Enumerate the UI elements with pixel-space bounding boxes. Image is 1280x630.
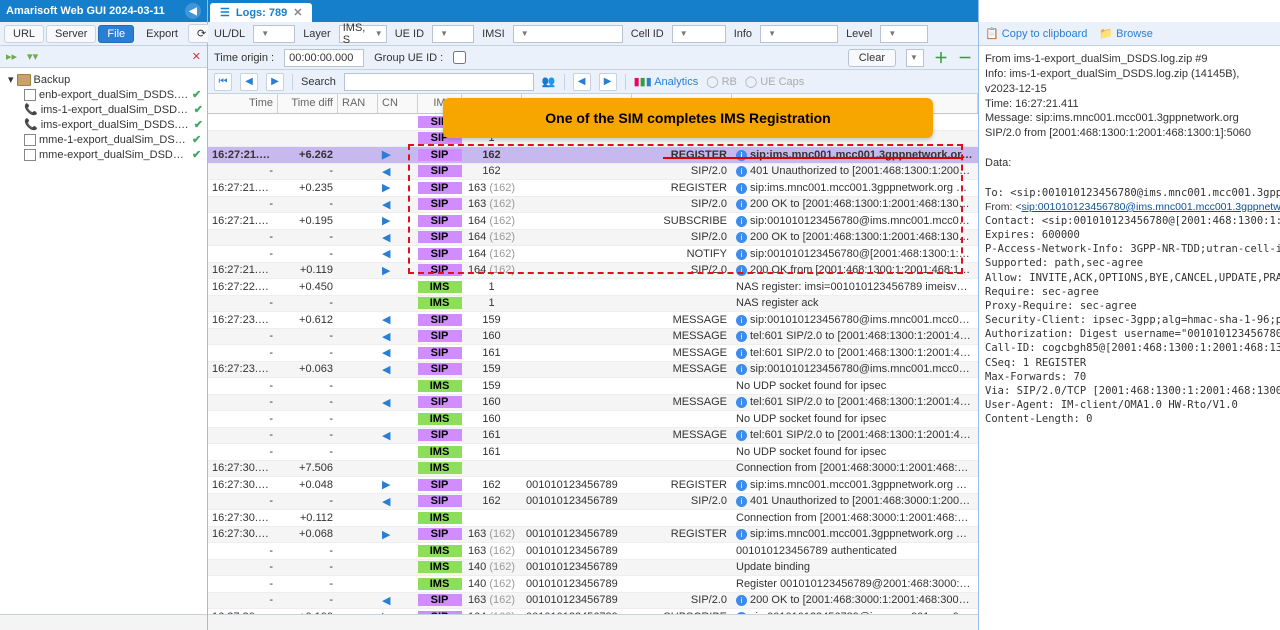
browse-button[interactable]: 📁 Browse (1099, 27, 1152, 40)
phone-icon: 📞 (24, 103, 38, 116)
time-origin-input[interactable]: 00:00:00.000 (284, 49, 364, 67)
people-icon[interactable]: 👥 (542, 75, 556, 88)
file-icon (24, 134, 36, 146)
phone-icon: 📞 (24, 118, 38, 131)
list-icon: ☰ (220, 6, 230, 19)
callout-annotation: One of the SIM completes IMS Registratio… (443, 98, 933, 138)
file-icon (24, 89, 36, 101)
log-row[interactable]: 16:27:21.411+6.262▶SIP162REGISTERisip:im… (208, 147, 978, 164)
collapse-all-icon[interactable]: ▾▾ (27, 50, 38, 63)
log-row[interactable]: --IMS161No UDP socket found for ipsec (208, 444, 978, 461)
tree-file[interactable]: 📞ims-export_dualSim_DSDS.log.zip✔ (2, 117, 205, 132)
log-row[interactable]: --IMS140 (162)001010123456789Update bind… (208, 560, 978, 577)
log-row[interactable]: --◀SIP160MESSAGEitel:601 SIP/2.0 to [200… (208, 329, 978, 346)
log-row[interactable]: 16:27:30.751+0.112IMSConnection from [20… (208, 510, 978, 527)
log-row[interactable]: --IMS140 (162)001010123456789Register 00… (208, 576, 978, 593)
log-row[interactable]: 16:27:21.841+0.195▶SIP164 (162)SUBSCRIBE… (208, 213, 978, 230)
tab-file[interactable]: File (98, 25, 134, 43)
copy-clipboard-button[interactable]: 📋 Copy to clipboard (985, 27, 1087, 40)
ueid-select[interactable]: ▼ (432, 25, 474, 43)
tree-file[interactable]: mme-export_dualSim_DSDS.log.zip✔ (2, 147, 205, 162)
check-icon: ✔ (192, 133, 201, 146)
log-row[interactable]: --IMS160No UDP socket found for ipsec (208, 411, 978, 428)
check-icon: ✔ (192, 148, 201, 161)
log-row[interactable]: --◀SIP164 (162)SIP/2.0i200 OK to [2001:4… (208, 230, 978, 247)
log-row[interactable]: --IMS163 (162)00101012345678900101012345… (208, 543, 978, 560)
log-row[interactable]: --◀SIP160MESSAGEitel:601 SIP/2.0 to [200… (208, 395, 978, 412)
log-row[interactable]: 16:27:30.819+0.068▶SIP163 (162)001010123… (208, 527, 978, 544)
tab-logs[interactable]: ☰ Logs: 789 ✕ (210, 3, 312, 22)
file-icon (24, 149, 36, 161)
log-row[interactable]: 16:27:23.085+0.063◀SIP159MESSAGEisip:001… (208, 362, 978, 379)
nav-first-icon[interactable]: ⏮ (214, 73, 232, 91)
check-icon: ✔ (194, 118, 203, 131)
rb-link[interactable]: ◯ RB (706, 75, 737, 88)
log-grid[interactable]: One of the SIM completes IMS Registratio… (208, 94, 978, 614)
log-row[interactable]: --◀SIP162001010123456789SIP/2.0i401 Unau… (208, 494, 978, 511)
log-row[interactable]: --IMS159No UDP socket found for ipsec (208, 378, 978, 395)
log-row[interactable]: 16:27:30.591+7.506IMSConnection from [20… (208, 461, 978, 478)
log-row[interactable]: 16:27:30.639+0.048▶SIP162001010123456789… (208, 477, 978, 494)
log-row[interactable]: 16:27:30.919+0.100▶SIP164 (162)001010123… (208, 609, 978, 614)
imsi-select[interactable]: ▼ (513, 25, 623, 43)
close-icon[interactable]: ✕ (293, 6, 302, 19)
col-cn[interactable]: CN (378, 94, 418, 113)
log-row[interactable]: --IMS1NAS register ack (208, 296, 978, 313)
grid-hscroll[interactable] (208, 614, 978, 630)
log-row[interactable]: --◀SIP162SIP/2.0i401 Unauthorized to [20… (208, 164, 978, 181)
log-row[interactable]: 16:27:23.022+0.612◀SIP159MESSAGEisip:001… (208, 312, 978, 329)
log-row[interactable]: --◀SIP161MESSAGEitel:601 SIP/2.0 to [200… (208, 345, 978, 362)
log-row[interactable]: 16:27:21.646+0.235▶SIP163 (162)REGISTERi… (208, 180, 978, 197)
level-select[interactable]: ▼ (880, 25, 928, 43)
file-tree: ▾ Backup enb-export_dualSim_DSDS.log.zip… (0, 68, 207, 166)
tab-server[interactable]: Server (46, 25, 96, 43)
from-sip-link[interactable]: sip:001010123456780@ims.mnc001.mcc001.3g… (1021, 201, 1280, 213)
clear-button[interactable]: Clear (848, 49, 896, 67)
detail-panel: From ims-1-export_dualSim_DSDS.log.zip #… (979, 46, 1280, 433)
check-icon: ✔ (194, 103, 203, 116)
col-time[interactable]: Time (208, 94, 278, 113)
clear-tree-icon[interactable]: ✕ (192, 50, 201, 63)
tree-file[interactable]: mme-1-export_dualSim_DSDS.log.zip✔ (2, 132, 205, 147)
tree-root[interactable]: ▾ Backup (2, 72, 205, 87)
col-timediff[interactable]: Time diff (278, 94, 338, 113)
nav2-next-icon[interactable]: ▶ (599, 73, 617, 91)
log-row[interactable]: --◀SIP164 (162)NOTIFYisip:00101012345678… (208, 246, 978, 263)
tab-url[interactable]: URL (4, 25, 44, 43)
log-row[interactable]: --◀SIP161MESSAGEitel:601 SIP/2.0 to [200… (208, 428, 978, 445)
folder-icon (17, 74, 31, 86)
add-icon[interactable]: ＋ (934, 48, 948, 68)
info-select[interactable]: ▼ (760, 25, 838, 43)
layer-select[interactable]: IMS, S▼ (339, 25, 387, 43)
nav2-prev-icon[interactable]: ◀ (573, 73, 591, 91)
log-row[interactable]: 16:27:22.410+0.450IMS1NAS register: imsi… (208, 279, 978, 296)
col-ran[interactable]: RAN (338, 94, 378, 113)
app-title: Amarisoft Web GUI 2024-03-11 (6, 5, 165, 17)
log-row[interactable]: 16:27:21.960+0.119▶SIP164 (162)SIP/2.0i2… (208, 263, 978, 280)
tree-file[interactable]: 📞ims-1-export_dualSim_DSDS.log.zip✔ (2, 102, 205, 117)
expand-all-icon[interactable]: ▸▸ (6, 50, 17, 63)
group-ueid-checkbox[interactable] (453, 51, 466, 64)
search-input[interactable] (344, 73, 534, 91)
clear-menu[interactable]: ▼ (906, 49, 924, 67)
log-row[interactable]: --◀SIP163 (162)SIP/2.0i200 OK to [2001:4… (208, 197, 978, 214)
sidebar-collapse-icon[interactable]: ◀ (185, 3, 201, 19)
remove-icon[interactable]: － (958, 48, 972, 68)
uldl-select[interactable]: ▼ (253, 25, 295, 43)
uecaps-link[interactable]: ◯ UE Caps (745, 75, 804, 88)
analytics-link[interactable]: ▮▮▮ Analytics (634, 75, 699, 88)
cell-select[interactable]: ▼ (672, 25, 726, 43)
check-icon: ✔ (192, 88, 201, 101)
log-row[interactable]: --◀SIP163 (162)001010123456789SIP/2.0i20… (208, 593, 978, 610)
nav-next-icon[interactable]: ▶ (266, 73, 284, 91)
nav-prev-icon[interactable]: ◀ (240, 73, 258, 91)
sidebar-hscroll[interactable] (0, 614, 207, 630)
tree-file[interactable]: enb-export_dualSim_DSDS.log.zip✔ (2, 87, 205, 102)
export-button[interactable]: Export (138, 26, 186, 42)
